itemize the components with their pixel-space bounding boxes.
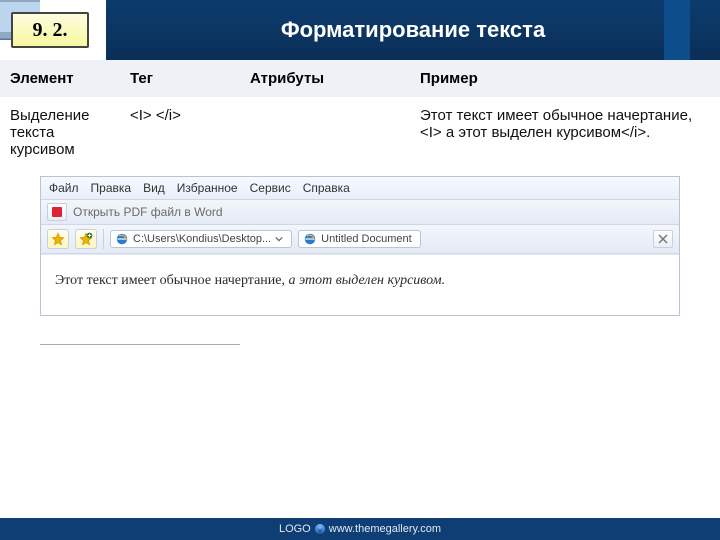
address-path: C:\Users\Kondius\Desktop...: [133, 233, 271, 245]
pdf-icon[interactable]: [47, 203, 67, 221]
tab-chip[interactable]: Untitled Document: [298, 230, 421, 248]
page-text-italic: а этот выделен курсивом.: [289, 273, 446, 288]
definition-table: Элемент Тег Атрибуты Пример Выделение те…: [0, 60, 720, 172]
favorites-star-icon[interactable]: [47, 229, 69, 249]
slide-title: Форматирование текста: [106, 0, 720, 60]
cell-attributes: [240, 98, 410, 172]
table-header-row: Элемент Тег Атрибуты Пример: [0, 60, 720, 98]
footer-link[interactable]: www.themegallery.com: [329, 523, 441, 535]
th-tag: Тег: [120, 60, 240, 98]
menu-view[interactable]: Вид: [143, 181, 165, 195]
browser-toolbar-nav: C:\Users\Kondius\Desktop... Untitled Doc…: [41, 225, 679, 254]
browser-screenshot: Файл Правка Вид Избранное Сервис Справка…: [40, 176, 680, 316]
cell-tag: <I> </i>: [120, 98, 240, 172]
section-number: 9. 2.: [11, 12, 89, 48]
ie-icon: [115, 232, 129, 246]
menu-tools[interactable]: Сервис: [250, 181, 291, 195]
logo-dot-icon: [315, 524, 325, 534]
slide-title-text: Форматирование текста: [281, 17, 545, 43]
menu-help[interactable]: Справка: [303, 181, 350, 195]
tab-title: Untitled Document: [321, 233, 412, 245]
section-number-chip: 9. 2.: [0, 0, 100, 60]
th-element: Элемент: [0, 60, 120, 98]
th-example: Пример: [410, 60, 720, 98]
open-pdf-label[interactable]: Открыть PDF файл в Word: [73, 205, 223, 219]
ie-icon: [303, 232, 317, 246]
cell-example: Этот текст имеет обычное начертание, <I>…: [410, 98, 720, 172]
cell-element: Выделение текста курсивом: [0, 98, 120, 172]
separator-line: [40, 344, 240, 345]
table-row: Выделение текста курсивом <I> </i> Этот …: [0, 98, 720, 172]
close-icon[interactable]: [653, 230, 673, 248]
add-favorite-icon[interactable]: [75, 229, 97, 249]
menu-edit[interactable]: Правка: [91, 181, 132, 195]
menu-favorites[interactable]: Избранное: [177, 181, 238, 195]
slide-header: 9. 2. Форматирование текста: [0, 0, 720, 60]
menu-file[interactable]: Файл: [49, 181, 79, 195]
th-attributes: Атрибуты: [240, 60, 410, 98]
page-text-plain: Этот текст имеет обычное начертание,: [55, 273, 289, 288]
chevron-down-icon[interactable]: [275, 235, 283, 243]
browser-menubar: Файл Правка Вид Избранное Сервис Справка: [41, 177, 679, 200]
browser-page-content: Этот текст имеет обычное начертание, а э…: [41, 254, 679, 315]
footer-logo-text: LOGO: [279, 523, 311, 535]
address-chip[interactable]: C:\Users\Kondius\Desktop...: [110, 230, 292, 248]
browser-toolbar-pdf: Открыть PDF файл в Word: [41, 200, 679, 225]
footer: LOGO www.themegallery.com: [0, 518, 720, 540]
